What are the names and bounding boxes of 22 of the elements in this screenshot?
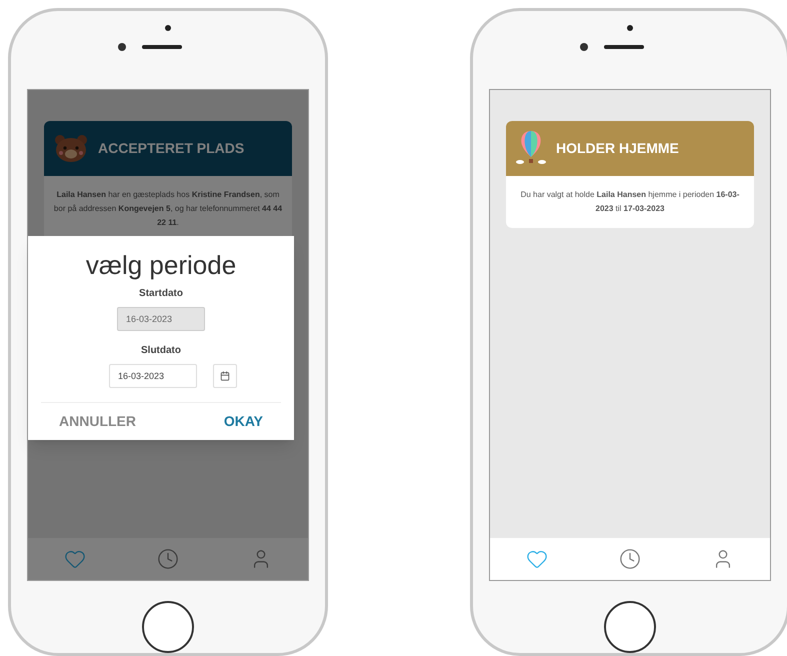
speaker-grille [604,45,644,49]
calendar-button[interactable] [213,364,237,388]
card-title: ACCEPTERET PLADS [98,138,244,158]
speaker-grille [142,45,182,49]
card-text: Laila Hansen har en gæsteplads hos Kristine Frandsen, som bor på addressen Kongevejen 5, og har telefonnummeret 44 44 22 11. [52,188,284,229]
card-text: Du har valgt at holde Laila Hansen hjemme i perioden 16-03-2023 til 17-03-2023 [520,188,740,215]
front-camera [580,43,588,51]
okay-button[interactable]: OKAY [224,410,263,432]
clock-icon[interactable] [618,548,641,570]
front-camera [118,43,126,51]
bear-face-icon [54,133,88,164]
calendar-icon [220,370,230,381]
home-button[interactable] [604,601,656,653]
field-label: Startdato [139,286,183,301]
clock-icon[interactable] [156,548,179,570]
dialog-title: vælg periode [86,250,236,280]
home-button[interactable] [142,601,194,653]
heart-icon[interactable] [526,548,548,570]
field-label: Slutdato [141,344,181,358]
card-title: HOLDER HJEMME [556,138,679,158]
date-field[interactable]: 16-03-2023 [109,364,197,388]
cancel-button[interactable]: ANNULLER [59,410,136,432]
